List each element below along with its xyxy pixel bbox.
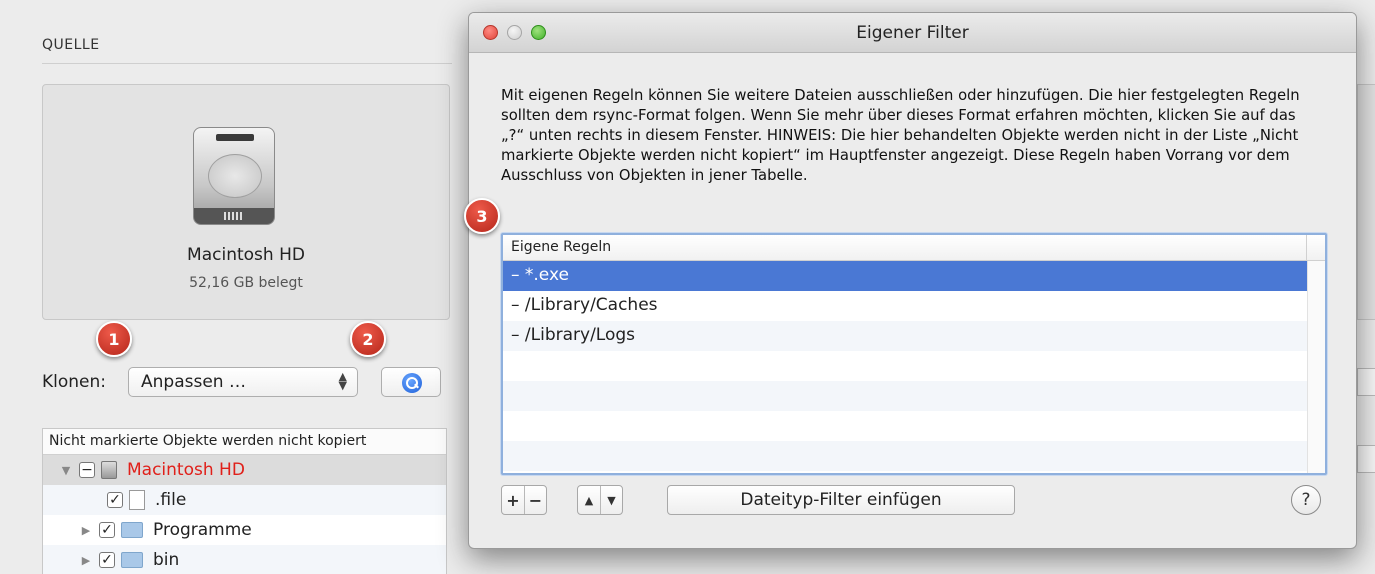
dialog-title: Eigener Filter <box>856 23 969 43</box>
rules-table[interactable]: Eigene Regeln – *.exe – /Library/Caches … <box>501 233 1327 475</box>
tree-row[interactable]: ✓ .file <box>43 485 446 515</box>
step-badge-1: 1 <box>96 321 132 357</box>
step-badge-3: 3 <box>464 198 500 234</box>
move-up-button[interactable]: ▲ <box>578 486 600 514</box>
vertical-scrollbar[interactable] <box>1307 261 1325 473</box>
hard-drive-icon <box>193 127 275 225</box>
tree-row[interactable]: ▼ − Macintosh HD <box>43 455 446 485</box>
empty-row[interactable] <box>503 351 1325 381</box>
step-badge-2: 2 <box>350 321 386 357</box>
reorder-control: ▲ ▼ <box>577 485 623 515</box>
target-control-edge <box>1357 445 1375 473</box>
tree-row-label: Programme <box>153 520 252 540</box>
drive-name: Macintosh HD <box>187 245 305 265</box>
checkbox[interactable]: ✓ <box>99 552 115 568</box>
clone-mode-value: Anpassen … <box>141 372 246 392</box>
tree-row[interactable]: ▶ ✓ Programme <box>43 515 446 545</box>
checkbox[interactable]: ✓ <box>99 522 115 538</box>
add-remove-control: + − <box>501 485 547 515</box>
dialog-description: Mit eigenen Regeln können Sie weitere Da… <box>501 87 1300 184</box>
tree-row-label: Macintosh HD <box>127 460 245 480</box>
tree-row-label: .file <box>155 490 187 510</box>
target-drive-box-edge <box>1357 84 1375 320</box>
clone-mode-select[interactable]: Anpassen … ▲ ▼ <box>128 367 358 397</box>
empty-row[interactable] <box>503 411 1325 441</box>
rule-row[interactable]: – /Library/Caches <box>503 291 1325 321</box>
source-label: QUELLE <box>42 37 100 53</box>
updown-arrows-icon: ▲ ▼ <box>338 370 347 392</box>
help-button[interactable]: ? <box>1291 485 1321 515</box>
disclosure-open-icon[interactable]: ▼ <box>59 464 73 477</box>
applications-folder-icon <box>121 522 143 538</box>
custom-filter-button[interactable] <box>381 367 441 397</box>
file-tree[interactable]: Nicht markierte Objekte werden nicht kop… <box>42 428 447 574</box>
rules-header-label: Eigene Regeln <box>511 239 612 255</box>
add-rule-button[interactable]: + <box>502 486 524 514</box>
rule-row[interactable]: – *.exe <box>503 261 1325 291</box>
magnifier-icon <box>402 373 422 393</box>
tree-row-label: bin <box>153 550 180 570</box>
rule-row[interactable]: – /Library/Logs <box>503 321 1325 351</box>
move-down-button[interactable]: ▼ <box>600 486 622 514</box>
empty-row[interactable] <box>503 381 1325 411</box>
disclosure-closed-icon[interactable]: ▶ <box>79 554 93 567</box>
divider <box>42 63 452 64</box>
source-panel: QUELLE Macintosh HD 52,16 GB belegt Klon… <box>0 0 470 574</box>
insert-filetype-filter-button[interactable]: Dateityp-Filter einfügen <box>667 485 1015 515</box>
clone-label: Klonen: <box>42 372 107 392</box>
remove-rule-button[interactable]: − <box>524 486 546 514</box>
target-control-edge <box>1357 368 1375 396</box>
tree-header: Nicht markierte Objekte werden nicht kop… <box>43 429 446 455</box>
custom-filter-dialog: Eigener Filter Mit eigenen Regeln können… <box>468 12 1357 549</box>
document-icon <box>129 490 145 510</box>
empty-row[interactable] <box>503 441 1325 471</box>
disclosure-closed-icon[interactable]: ▶ <box>79 524 93 537</box>
tree-row[interactable]: ▶ ✓ bin <box>43 545 446 574</box>
source-drive-box[interactable]: Macintosh HD 52,16 GB belegt <box>42 84 450 320</box>
mixed-checkbox[interactable]: − <box>79 462 95 478</box>
title-bar[interactable]: Eigener Filter <box>469 13 1356 53</box>
drive-icon <box>101 461 117 479</box>
checkbox[interactable]: ✓ <box>107 492 123 508</box>
drive-size: 52,16 GB belegt <box>189 275 303 291</box>
folder-icon <box>121 552 143 568</box>
rules-column-header[interactable]: Eigene Regeln <box>503 235 1325 261</box>
